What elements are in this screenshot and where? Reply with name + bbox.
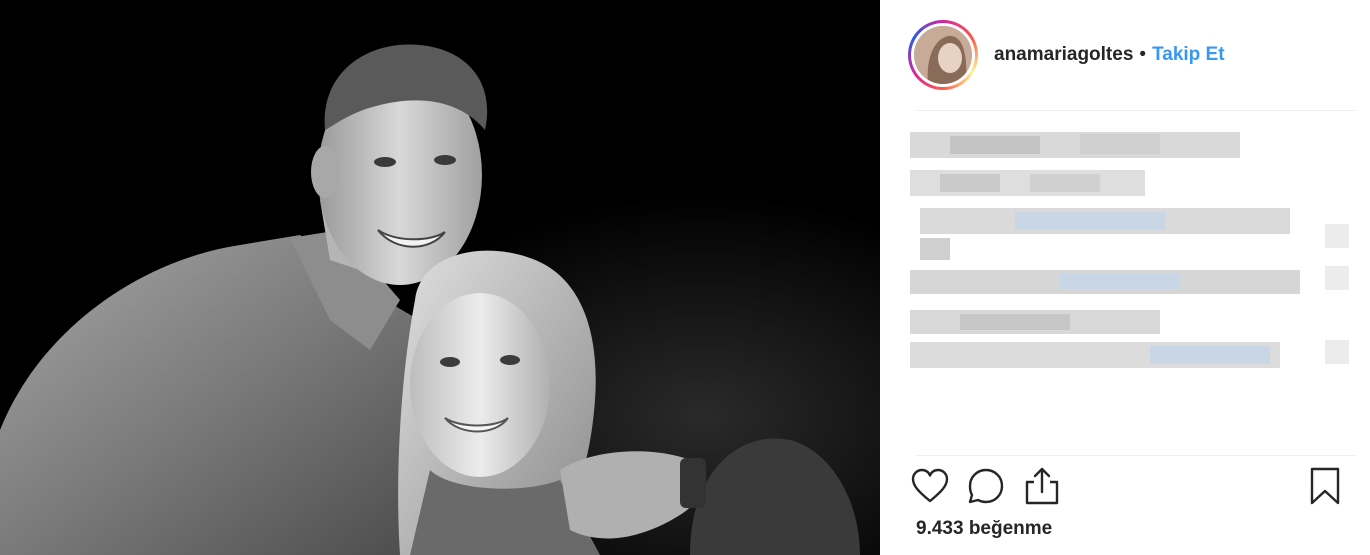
comment-bubble-icon [968, 468, 1004, 504]
follow-button[interactable]: Takip Et [1152, 44, 1225, 66]
post-photo-image [0, 0, 880, 555]
bookmark-icon [1310, 467, 1340, 505]
action-bar [910, 466, 1350, 508]
share-upload-icon [1025, 467, 1059, 505]
header-divider [916, 110, 1356, 111]
post-side-panel: anamariagoltes • Takip Et 9.433 beğenme [880, 0, 1370, 555]
save-button[interactable] [1305, 466, 1345, 506]
comment-button[interactable] [966, 466, 1006, 506]
likes-count[interactable]: 9.433 beğenme [916, 518, 1052, 540]
username-link[interactable]: anamariagoltes [994, 44, 1133, 66]
actions-divider [916, 455, 1356, 456]
caption-pixelated-area [880, 120, 1370, 450]
separator-dot: • [1139, 44, 1147, 65]
avatar-story-ring[interactable] [908, 20, 978, 90]
instagram-post: anamariagoltes • Takip Et 9.433 beğenme [0, 0, 1370, 555]
post-photo[interactable] [0, 0, 880, 555]
avatar[interactable] [914, 26, 972, 84]
like-button[interactable] [910, 466, 950, 506]
pixelated-caption [910, 132, 1349, 368]
post-header: anamariagoltes • Takip Et [908, 18, 1348, 92]
heart-icon [911, 468, 949, 503]
share-button[interactable] [1022, 466, 1062, 506]
user-line: anamariagoltes • Takip Et [994, 44, 1225, 66]
